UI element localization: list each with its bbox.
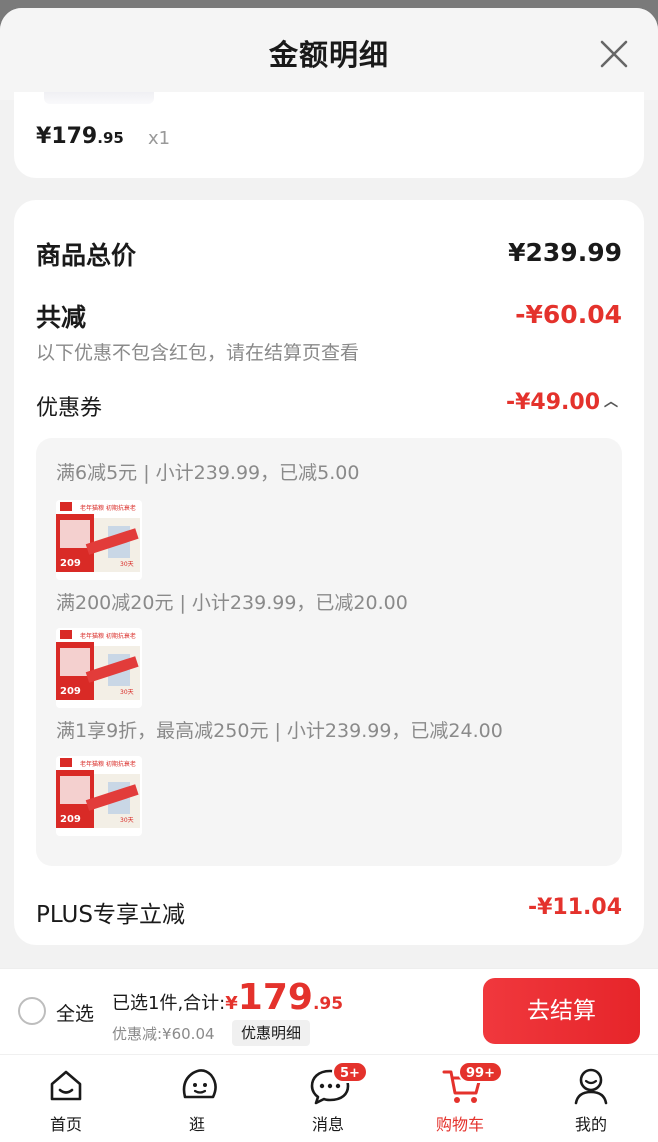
plus-discount-value: -¥11.04 [527, 895, 622, 920]
sheet-title: 金额明细 [268, 38, 389, 72]
price-decimal: .95 [97, 129, 124, 147]
sheet-header: 金额明细 [0, 8, 658, 100]
total-summary: 已选1件,合计:¥179.95 [112, 977, 343, 1018]
tab-label: 消息 [311, 1115, 344, 1134]
cart-badge: 99+ [458, 1061, 503, 1083]
coupon-rule: 满200减20元 | 小计239.99，已减20.00 [56, 592, 408, 614]
tab-label: 我的 [574, 1115, 607, 1134]
selected-count-text: 已选1件,合计: [112, 993, 226, 1014]
product-thumbnail: 老年猫粮 初期抗衰老 209 30天 [56, 628, 142, 708]
tab-label: 首页 [49, 1115, 82, 1134]
total-value: ¥239.99 [508, 238, 622, 267]
close-icon[interactable] [598, 38, 630, 70]
discount-value: -¥60.04 [515, 300, 622, 329]
coupon-label: 优惠券 [36, 396, 103, 421]
svg-text:老年猫粮 初期抗衰老: 老年猫粮 初期抗衰老 [80, 760, 136, 768]
product-thumbnail: 老年猫粮 初期抗衰老 209 30天 [56, 756, 142, 836]
tab-messages[interactable]: 5+ 消息 [268, 1055, 388, 1142]
plus-discount-label: PLUS专享立减 [36, 902, 185, 928]
discount-summary: 优惠减:¥60.04 [112, 1025, 215, 1043]
item-quantity: x1 [148, 128, 171, 149]
bottom-tab-bar: 首页 逛 5+ 消息 99+ 购物车 我的 [0, 1054, 658, 1142]
svg-text:30天: 30天 [120, 561, 134, 568]
currency-symbol: ¥ [36, 124, 52, 149]
tab-cart[interactable]: 99+ 购物车 [400, 1055, 520, 1142]
coupon-rule: 满6减5元 | 小计239.99，已减5.00 [56, 462, 360, 484]
amount-detail-sheet: 金额明细 ¥179.95 x1 商品总价 ¥239.99 共减 -¥60.04 … [0, 8, 658, 968]
tab-browse[interactable]: 逛 [137, 1055, 257, 1142]
coupon-rule: 满1享9折，最高减250元 | 小计239.99，已减24.00 [56, 720, 503, 742]
price-integer: 179 [51, 124, 98, 149]
svg-text:老年猫粮 初期抗衰老: 老年猫粮 初期抗衰老 [80, 504, 136, 512]
svg-text:30天: 30天 [120, 689, 134, 696]
checkout-bar: 全选 已选1件,合计:¥179.95 优惠减:¥60.04 优惠明细 去结算 [0, 968, 658, 1054]
tab-home[interactable]: 首页 [6, 1055, 126, 1142]
total-label: 商品总价 [36, 241, 137, 270]
select-all-label[interactable]: 全选 [56, 999, 94, 1026]
discount-detail-button[interactable]: 优惠明细 [232, 1020, 311, 1046]
tab-label: 逛 [188, 1115, 205, 1134]
item-image-edge [44, 92, 154, 104]
browse-icon [182, 1069, 217, 1099]
svg-text:209: 209 [60, 686, 81, 697]
svg-text:209: 209 [60, 814, 81, 825]
item-card: ¥179.95 x1 [14, 92, 644, 178]
select-all-radio[interactable] [18, 997, 46, 1025]
total-amount: 179 [237, 977, 313, 1018]
discount-label: 共减 [36, 303, 87, 332]
svg-text:30天: 30天 [120, 817, 134, 824]
total-decimal: .95 [312, 994, 344, 1014]
home-icon [50, 1070, 82, 1101]
item-price: ¥179.95 [36, 124, 124, 149]
discount-hint: 以下优惠不包含红包，请在结算页查看 [36, 342, 360, 364]
coupon-rules-box: 满6减5元 | 小计239.99，已减5.00 老年猫粮 初期抗衰老 209 3… [36, 438, 622, 866]
coupon-value: -¥49.00 [505, 390, 600, 415]
tab-profile[interactable]: 我的 [531, 1055, 651, 1142]
tab-label: 购物车 [435, 1115, 484, 1134]
coupon-value-toggle[interactable]: -¥49.00 ︿ [506, 390, 618, 415]
svg-text:老年猫粮 初期抗衰老: 老年猫粮 初期抗衰老 [80, 632, 136, 640]
svg-text:209: 209 [60, 558, 81, 569]
checkout-button[interactable]: 去结算 [483, 978, 640, 1044]
product-thumbnail: 老年猫粮 初期抗衰老 209 30天 [56, 500, 142, 580]
chevron-up-icon: ︿ [604, 394, 618, 410]
profile-icon [574, 1068, 608, 1105]
total-currency: ¥ [225, 993, 238, 1014]
amount-summary-card: 商品总价 ¥239.99 共减 -¥60.04 以下优惠不包含红包，请在结算页查… [14, 200, 644, 945]
message-badge: 5+ [332, 1061, 368, 1083]
